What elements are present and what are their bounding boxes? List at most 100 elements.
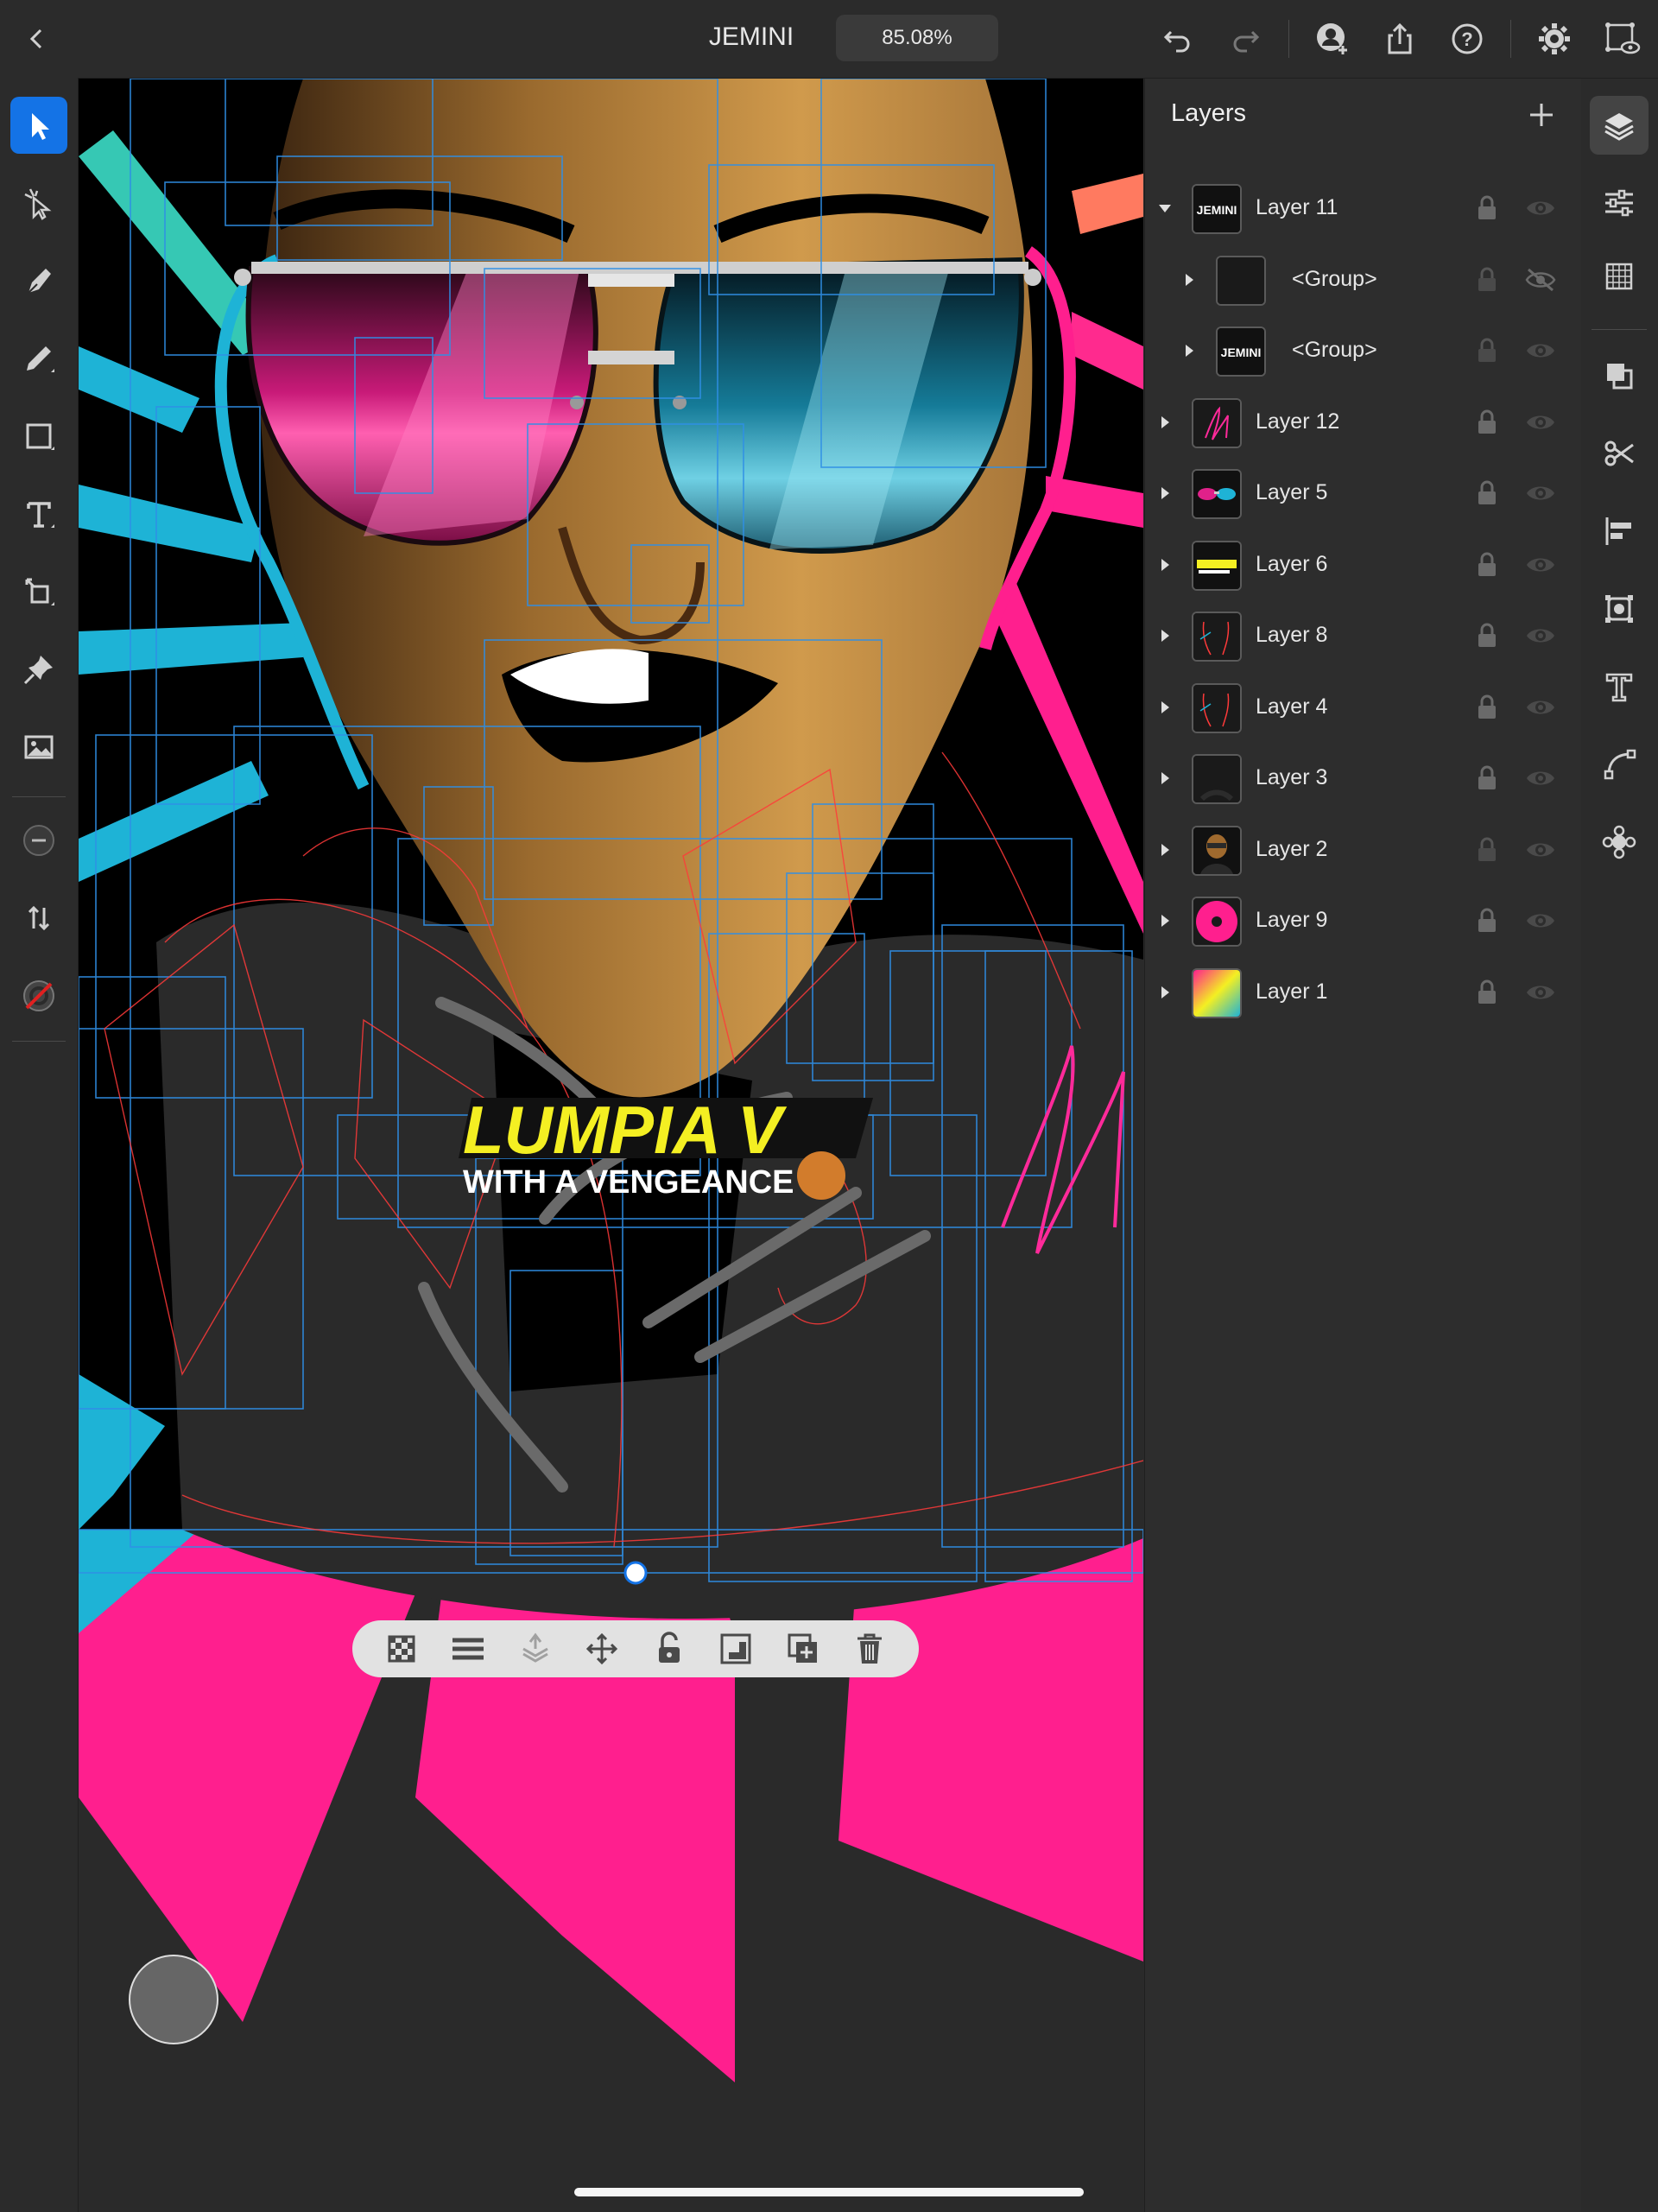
layer-row[interactable]: Layer 5 <box>1145 459 1581 529</box>
touch-shortcut-button[interactable] <box>129 1955 218 2044</box>
swap-icon[interactable] <box>10 890 67 947</box>
arrange-icon[interactable] <box>516 1629 555 1669</box>
caret-right-icon[interactable] <box>1154 696 1176 719</box>
pin-icon[interactable] <box>10 641 67 698</box>
lock-icon[interactable] <box>1473 622 1501 650</box>
layer-row[interactable]: Layer 12 <box>1145 388 1581 459</box>
caret-down-icon[interactable] <box>1154 197 1176 219</box>
eye-icon[interactable] <box>1525 764 1556 792</box>
invite-user-icon[interactable] <box>1303 16 1362 62</box>
lock-icon[interactable] <box>1473 266 1501 294</box>
eye-icon[interactable] <box>1525 694 1556 721</box>
settings-icon[interactable] <box>1525 16 1584 62</box>
properties-icon[interactable] <box>1590 174 1649 232</box>
opacity-icon[interactable] <box>382 1629 421 1669</box>
path-icon[interactable] <box>1590 735 1649 794</box>
artwork: LUMPIA V WITH A VENGEANCE <box>79 79 1143 2212</box>
caret-right-icon[interactable] <box>1178 339 1200 362</box>
lock-icon[interactable] <box>1473 409 1501 436</box>
share-icon[interactable] <box>1370 16 1429 62</box>
chevron-left-icon[interactable] <box>17 19 57 59</box>
duplicate-icon[interactable] <box>783 1629 823 1669</box>
selection-tool-icon[interactable] <box>10 97 67 154</box>
lock-icon[interactable] <box>1473 694 1501 721</box>
eye-icon[interactable] <box>1525 907 1556 935</box>
document-title[interactable]: JEMINI <box>656 22 846 52</box>
undo-icon[interactable] <box>1149 16 1207 62</box>
divider <box>12 796 66 797</box>
layer-thumbnail <box>1192 540 1242 591</box>
caret-right-icon[interactable] <box>1154 411 1176 434</box>
selection-handle[interactable] <box>623 1561 648 1585</box>
layer-thumbnail: JEMINI <box>1192 184 1242 234</box>
eye-icon[interactable] <box>1525 622 1556 650</box>
layer-row[interactable]: Layer 3 <box>1145 744 1581 814</box>
lock-icon[interactable] <box>1473 551 1501 579</box>
layer-row[interactable]: Layer 6 <box>1145 530 1581 601</box>
caret-right-icon[interactable] <box>1154 624 1176 647</box>
eye-icon[interactable] <box>1525 409 1556 436</box>
move-icon[interactable] <box>582 1629 622 1669</box>
eye-icon[interactable] <box>1525 836 1556 864</box>
text-settings-icon[interactable] <box>1590 657 1649 716</box>
layer-row[interactable]: JEMINI Layer 11 <box>1145 174 1581 244</box>
eye-icon[interactable] <box>1525 479 1556 507</box>
lock-icon[interactable] <box>1473 479 1501 507</box>
layers-panel: Layers JEMINI Layer 11 <Group> JEMINI <Group… <box>1144 79 1582 2212</box>
redo-icon[interactable] <box>1216 16 1275 62</box>
help-icon[interactable]: ? <box>1438 16 1497 62</box>
stroke-width-icon[interactable] <box>10 812 67 869</box>
lock-icon[interactable] <box>1473 194 1501 222</box>
align-icon[interactable] <box>1590 502 1649 561</box>
lock-icon[interactable] <box>649 1629 689 1669</box>
artboard-canvas[interactable]: LUMPIA V WITH A VENGEANCE <box>79 79 1143 2212</box>
layers-icon[interactable] <box>1590 96 1649 155</box>
mask-icon[interactable] <box>716 1629 756 1669</box>
caret-right-icon[interactable] <box>1154 910 1176 932</box>
zoom-level[interactable]: 85.08% <box>836 15 998 61</box>
combine-icon[interactable] <box>1590 346 1649 405</box>
caret-right-icon[interactable] <box>1178 269 1200 291</box>
pencil-tool-icon[interactable] <box>10 330 67 387</box>
effects-icon[interactable] <box>1590 813 1649 871</box>
caret-right-icon[interactable] <box>1154 839 1176 861</box>
repeat-grid-icon[interactable] <box>1590 580 1649 638</box>
lock-icon[interactable] <box>1473 337 1501 364</box>
cut-icon[interactable] <box>1590 424 1649 483</box>
layer-row[interactable]: Layer 1 <box>1145 958 1581 1029</box>
type-tool-icon[interactable] <box>10 485 67 542</box>
context-toolbar <box>352 1620 919 1677</box>
image-icon[interactable] <box>10 719 67 776</box>
lock-icon[interactable] <box>1473 979 1501 1006</box>
blend-mode-icon[interactable] <box>448 1629 488 1669</box>
rectangle-tool-icon[interactable] <box>10 408 67 465</box>
lock-icon[interactable] <box>1473 836 1501 864</box>
eye-icon[interactable] <box>1525 337 1556 364</box>
eye-icon[interactable] <box>1525 194 1556 222</box>
layer-row[interactable]: Layer 9 <box>1145 886 1581 957</box>
layer-row[interactable]: Layer 8 <box>1145 601 1581 672</box>
layer-row[interactable]: JEMINI <Group> <box>1145 316 1581 387</box>
eye-icon[interactable] <box>1525 551 1556 579</box>
grid-icon[interactable] <box>1590 247 1649 306</box>
caret-right-icon[interactable] <box>1154 981 1176 1004</box>
layer-row[interactable]: Layer 4 <box>1145 673 1581 744</box>
pen-tool-icon[interactable] <box>10 252 67 309</box>
delete-icon[interactable] <box>850 1629 889 1669</box>
eye-icon[interactable] <box>1525 979 1556 1006</box>
panel-switcher <box>1581 79 1658 2212</box>
caret-right-icon[interactable] <box>1154 554 1176 576</box>
layer-row[interactable]: <Group> <box>1145 245 1581 316</box>
svg-text:JEMINI: JEMINI <box>1197 203 1237 217</box>
transform-tool-icon[interactable] <box>10 563 67 620</box>
fill-stroke-icon[interactable] <box>10 967 67 1024</box>
lock-icon[interactable] <box>1473 907 1501 935</box>
eye-hidden-icon[interactable] <box>1525 266 1556 294</box>
layer-row[interactable]: Layer 2 <box>1145 815 1581 886</box>
lock-icon[interactable] <box>1473 764 1501 792</box>
preview-icon[interactable] <box>1592 16 1651 62</box>
caret-right-icon[interactable] <box>1154 482 1176 504</box>
plus-icon[interactable] <box>1522 96 1560 134</box>
caret-right-icon[interactable] <box>1154 767 1176 789</box>
direct-selection-tool-icon[interactable] <box>10 174 67 231</box>
